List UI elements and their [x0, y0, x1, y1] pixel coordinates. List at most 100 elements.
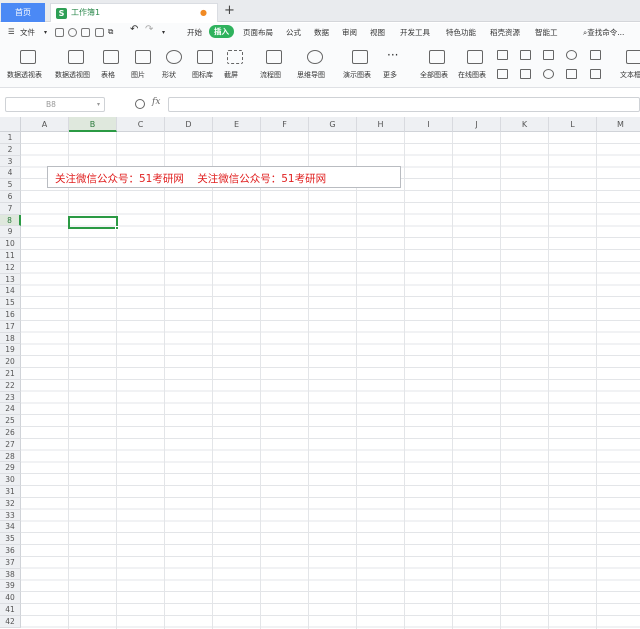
column-header-i[interactable]: I [405, 117, 453, 132]
area-chart-icon[interactable] [497, 69, 508, 79]
picture-button[interactable]: 图片 [131, 44, 155, 88]
row-header-34[interactable]: 34 [0, 521, 21, 534]
row-header-25[interactable]: 25 [0, 415, 21, 427]
row-header-11[interactable]: 11 [0, 250, 21, 262]
name-box[interactable]: B8 ▾ [5, 97, 105, 112]
row-header-26[interactable]: 26 [0, 427, 21, 439]
row-header-10[interactable]: 10 [0, 238, 21, 250]
shape-button[interactable]: 形状 [162, 44, 186, 88]
radar-chart-icon[interactable] [543, 69, 554, 79]
screenshot-button[interactable]: 截屏 [224, 44, 246, 88]
row-header-1[interactable]: 1 [0, 132, 21, 144]
column-header-l[interactable]: L [549, 117, 597, 132]
hamburger-icon[interactable]: ☰ [8, 27, 15, 36]
menu-smart[interactable]: 智能工 [535, 27, 558, 38]
row-header-12[interactable]: 12 [0, 261, 21, 274]
row-header-4[interactable]: 4 [0, 167, 21, 180]
zoom-icon[interactable] [135, 99, 145, 109]
menu-review[interactable]: 审阅 [342, 27, 357, 38]
row-header-13[interactable]: 13 [0, 273, 21, 286]
more-button[interactable]: ··· 更多 [383, 44, 405, 88]
row-header-5[interactable]: 5 [0, 179, 21, 191]
row-header-9[interactable]: 9 [0, 226, 21, 239]
column-chart-icon[interactable] [497, 50, 508, 60]
demo-chart-button[interactable]: 演示图表 [343, 44, 377, 88]
row-header-31[interactable]: 31 [0, 486, 21, 498]
row-header-39[interactable]: 39 [0, 580, 21, 593]
menu-page-layout[interactable]: 页面布局 [243, 27, 273, 38]
row-header-35[interactable]: 35 [0, 533, 21, 545]
select-all-corner[interactable] [0, 117, 21, 132]
save-icon[interactable] [55, 28, 64, 37]
line-chart-icon[interactable] [520, 50, 531, 60]
scatter-chart-icon[interactable] [543, 50, 554, 60]
column-header-b[interactable]: B [69, 117, 117, 132]
fill-handle[interactable] [115, 226, 119, 230]
row-header-3[interactable]: 3 [0, 155, 21, 168]
row-header-21[interactable]: 21 [0, 368, 21, 380]
row-header-32[interactable]: 32 [0, 497, 21, 510]
column-header-e[interactable]: E [213, 117, 261, 132]
row-header-14[interactable]: 14 [0, 285, 21, 298]
row-header-28[interactable]: 28 [0, 450, 21, 463]
menu-formula[interactable]: 公式 [286, 27, 301, 38]
row-header-29[interactable]: 29 [0, 462, 21, 475]
row-header-8[interactable]: 8 [0, 214, 21, 227]
more-chevron-icon[interactable]: ▾ [162, 29, 165, 36]
column-header-m[interactable]: M [597, 117, 640, 132]
combo-chart-icon[interactable] [566, 69, 577, 79]
row-header-22[interactable]: 22 [0, 379, 21, 392]
row-header-15[interactable]: 15 [0, 297, 21, 309]
menu-docer[interactable]: 稻壳资源 [490, 27, 520, 38]
pie-chart-icon[interactable] [566, 50, 577, 60]
menu-home[interactable]: 开始 [187, 27, 202, 38]
menu-data[interactable]: 数据 [314, 27, 329, 38]
row-header-16[interactable]: 16 [0, 309, 21, 321]
column-header-h[interactable]: H [357, 117, 405, 132]
column-header-k[interactable]: K [501, 117, 549, 132]
pivot-table-button[interactable]: 数据透视表 [7, 44, 49, 88]
spreadsheet-grid[interactable]: ABCDEFGHIJKLM 1 2 3 4 5 6 7 8 9 10 11 12 13 14 15 16 17 1… [0, 117, 640, 629]
row-header-33[interactable]: 33 [0, 509, 21, 522]
row-header-7[interactable]: 7 [0, 202, 21, 215]
column-header-c[interactable]: C [117, 117, 165, 132]
menu-insert[interactable]: 插入 [209, 25, 234, 38]
row-header-42[interactable]: 42 [0, 615, 21, 628]
menu-file[interactable]: 文件 [20, 27, 35, 38]
flowchart-button[interactable]: 流程图 [260, 44, 288, 88]
online-chart-button[interactable]: 在线图表 [458, 44, 492, 88]
row-header-23[interactable]: 23 [0, 391, 21, 404]
row-header-18[interactable]: 18 [0, 332, 21, 345]
tab-workbook[interactable]: S 工作簿1 ● [50, 3, 218, 22]
new-tab-button[interactable]: + [224, 3, 235, 19]
textbox-button[interactable]: 文本框 [616, 44, 640, 88]
icon-library-button[interactable]: 图标库 [192, 44, 218, 88]
tab-home[interactable]: 首页 [1, 3, 45, 22]
formula-input[interactable] [168, 97, 640, 112]
table-button[interactable]: 表格 [101, 44, 121, 88]
row-header-38[interactable]: 38 [0, 568, 21, 581]
floating-textbox[interactable]: 关注微信公众号：51考研网 关注微信公众号：51考研网 [47, 166, 401, 188]
preview-icon[interactable] [95, 28, 104, 37]
undo-icon[interactable]: ↶ [130, 24, 138, 35]
column-header-f[interactable]: F [261, 117, 309, 132]
stock-chart-icon[interactable] [520, 69, 531, 79]
undo-history-icon[interactable] [68, 28, 77, 37]
row-header-40[interactable]: 40 [0, 592, 21, 604]
row-header-2[interactable]: 2 [0, 143, 21, 156]
mindmap-button[interactable]: 思维导图 [297, 44, 333, 88]
sparkline-icon[interactable] [590, 69, 601, 79]
cell-grid[interactable] [21, 132, 640, 629]
row-header-24[interactable]: 24 [0, 403, 21, 416]
row-header-36[interactable]: 36 [0, 545, 21, 557]
row-header-20[interactable]: 20 [0, 356, 21, 368]
copy-format-icon[interactable]: ⧉ [108, 27, 113, 37]
print-icon[interactable] [81, 28, 90, 37]
selected-cell[interactable] [68, 216, 119, 230]
row-header-19[interactable]: 19 [0, 344, 21, 357]
row-header-30[interactable]: 30 [0, 474, 21, 486]
redo-icon[interactable]: ↷ [145, 24, 153, 35]
search-command[interactable]: ⌕查找命令... [583, 27, 624, 38]
menu-view[interactable]: 视图 [370, 27, 385, 38]
chevron-down-icon[interactable]: ▾ [44, 29, 47, 36]
